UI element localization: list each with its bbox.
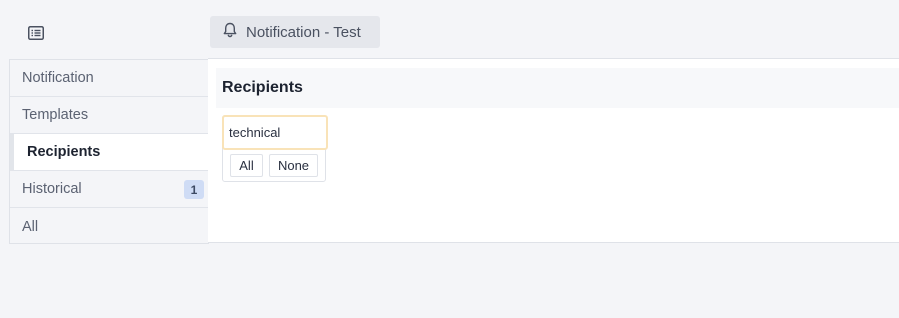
page-title-tab[interactable]: Notification - Test <box>210 16 380 48</box>
recipient-select-list: technical All None <box>222 115 328 182</box>
select-all-button[interactable]: All <box>230 154 263 177</box>
count-badge: 1 <box>184 180 204 199</box>
page-title: Notification - Test <box>246 23 361 41</box>
sidebar-item-label: Notification <box>22 70 94 86</box>
sidebar-item-label: Historical <box>22 181 82 197</box>
sidebar-nav: Notification Templates Recipients Histor… <box>9 59 209 244</box>
sidebar-item-all[interactable]: All <box>10 208 208 245</box>
list-icon <box>28 25 44 45</box>
sidebar-toggle-button[interactable] <box>22 22 50 48</box>
recipient-option[interactable]: technical <box>222 115 328 150</box>
section-title: Recipients <box>222 79 303 96</box>
main-panel: Recipients technical All None <box>208 58 899 243</box>
sidebar-item-templates[interactable]: Templates <box>10 97 208 134</box>
sidebar-item-historical[interactable]: Historical 1 <box>10 171 208 208</box>
sidebar-item-label: All <box>22 218 39 235</box>
bell-icon <box>223 22 237 42</box>
sidebar-item-label: Recipients <box>27 144 101 160</box>
section-header: Recipients <box>216 68 899 108</box>
select-none-button[interactable]: None <box>269 154 318 177</box>
sidebar-item-recipients[interactable]: Recipients <box>10 134 208 171</box>
sidebar-item-notification[interactable]: Notification <box>10 60 208 97</box>
sidebar-item-label: Templates <box>22 107 89 123</box>
